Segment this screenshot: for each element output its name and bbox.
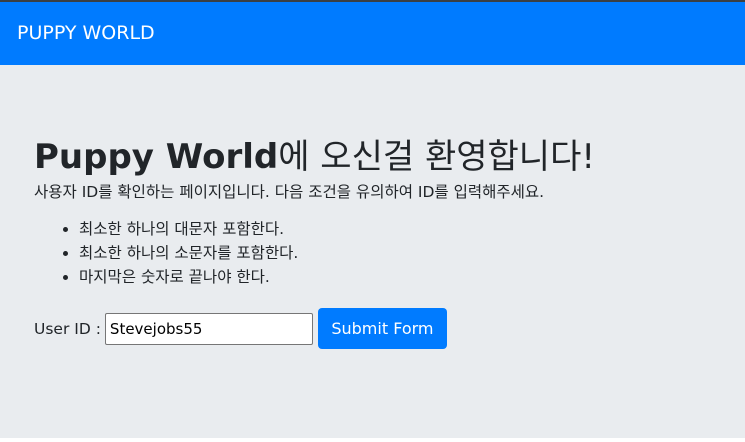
- jumbotron: Puppy World에 오신걸 환영합니다! 사용자 ID를 확인하는 페이지…: [0, 65, 745, 438]
- page-title-welcome: 에 오신걸 환영합니다!: [278, 137, 595, 177]
- user-id-form: User ID : Submit Form: [34, 308, 711, 349]
- navbar-brand[interactable]: PUPPY WORLD: [17, 24, 155, 43]
- rule-item-lowercase: 최소한 하나의 소문자를 포함한다.: [79, 241, 711, 265]
- user-id-label: User ID :: [34, 319, 101, 338]
- rule-item-ends-with-number: 마지막은 숫자로 끝나야 한다.: [79, 265, 711, 289]
- window-bottom-strip: [0, 438, 745, 442]
- page-title-brand: Puppy World: [34, 137, 279, 177]
- user-id-input[interactable]: [104, 312, 313, 345]
- rule-item-uppercase: 최소한 하나의 대문자 포함한다.: [79, 217, 711, 241]
- page-title: Puppy World에 오신걸 환영합니다!: [34, 137, 711, 177]
- rules-list: 최소한 하나의 대문자 포함한다. 최소한 하나의 소문자를 포함한다. 마지막…: [34, 217, 711, 289]
- navbar: PUPPY WORLD: [0, 2, 745, 65]
- intro-text: 사용자 ID를 확인하는 페이지입니다. 다음 조건을 유의하여 ID를 입력해…: [34, 183, 545, 201]
- submit-form-button[interactable]: Submit Form: [317, 308, 447, 349]
